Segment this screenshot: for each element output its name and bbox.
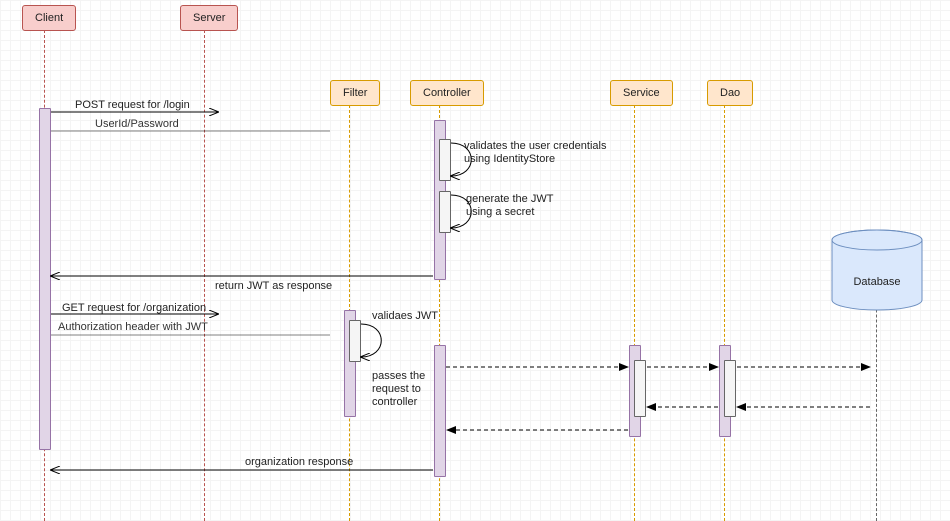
participant-client[interactable]: Client	[22, 5, 76, 31]
msg-get-org: GET request for /organization	[62, 302, 206, 314]
participant-server[interactable]: Server	[180, 5, 238, 31]
participant-service[interactable]: Service	[610, 80, 673, 106]
msg-org-response: organization response	[245, 456, 353, 468]
arrows-layer	[0, 0, 950, 521]
msg-validate-1b: using IdentityStore	[464, 153, 555, 165]
msg-pass-a: passes the	[372, 370, 425, 382]
participant-controller[interactable]: Controller	[410, 80, 484, 106]
self-activation-controller-2	[439, 191, 451, 233]
msg-validate-jwt: validaes JWT	[372, 310, 438, 322]
msg-jwt-1b: using a secret	[466, 206, 534, 218]
msg-get-org-sub: Authorization header with JWT	[58, 321, 208, 333]
lifeline-service	[634, 105, 635, 521]
database-shape	[0, 0, 950, 521]
self-activation-dao	[724, 360, 736, 417]
activation-client	[39, 108, 51, 450]
msg-pass-c: controller	[372, 396, 417, 408]
lifeline-dao	[724, 105, 725, 521]
msg-pass-b: request to	[372, 383, 421, 395]
msg-login-sub: UserId/Password	[95, 118, 179, 130]
sequence-diagram: Client Server Filter Controller Service …	[0, 0, 950, 521]
self-activation-service	[634, 360, 646, 417]
msg-validate-1a: validates the user credentials	[464, 140, 606, 152]
lifeline-server	[204, 25, 205, 521]
msg-return-jwt: return JWT as response	[215, 280, 332, 292]
participant-dao[interactable]: Dao	[707, 80, 753, 106]
lifeline-database	[876, 250, 877, 521]
self-activation-filter	[349, 320, 361, 362]
label-database: Database	[832, 276, 922, 288]
self-activation-controller-1	[439, 139, 451, 181]
msg-jwt-1a: generate the JWT	[466, 193, 553, 205]
activation-controller-2	[434, 345, 446, 477]
participant-filter[interactable]: Filter	[330, 80, 380, 106]
msg-login: POST request for /login	[75, 99, 190, 111]
